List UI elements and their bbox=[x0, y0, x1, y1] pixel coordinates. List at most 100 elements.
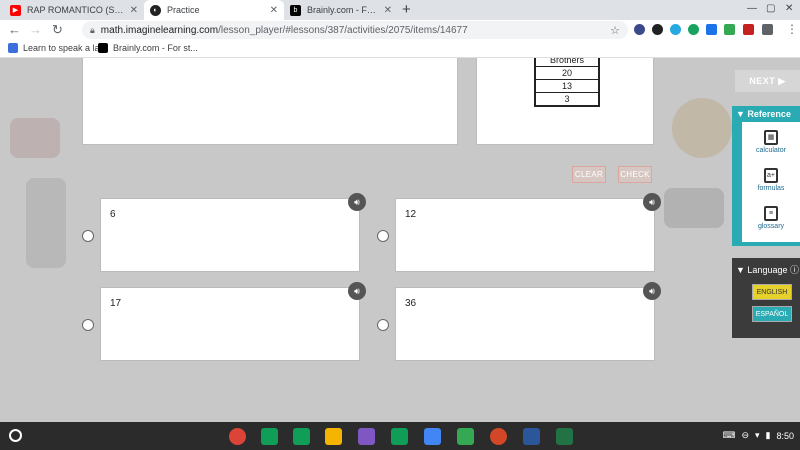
drive-icon[interactable] bbox=[261, 428, 278, 445]
answer-option[interactable]: 17 bbox=[100, 287, 360, 361]
keep-icon[interactable] bbox=[325, 428, 342, 445]
reference-item-glossary[interactable]: ≡ glossary bbox=[742, 206, 800, 230]
reload-icon[interactable]: ↻ bbox=[52, 22, 63, 38]
language-header[interactable]: ▼ Language ⓘ bbox=[736, 263, 799, 276]
table-cell: 3 bbox=[534, 92, 600, 106]
speaker-icon[interactable]: 🔊︎ bbox=[643, 193, 661, 211]
next-button[interactable]: NEXT ▶ bbox=[735, 70, 800, 92]
reference-panel: ▼ Reference ▦ calculator a+ formulas ≡ g… bbox=[732, 106, 800, 246]
tab-title: Practice bbox=[167, 5, 200, 15]
answer-option[interactable]: 12 bbox=[395, 198, 655, 272]
close-icon[interactable]: ✕ bbox=[130, 5, 138, 16]
sheets-icon[interactable] bbox=[293, 428, 310, 445]
close-icon[interactable]: ✕ bbox=[270, 5, 278, 16]
launcher-icon[interactable] bbox=[9, 429, 22, 442]
play-store-icon[interactable] bbox=[457, 428, 474, 445]
tab-brainly[interactable]: b Brainly.com - For students. By st... ✕ bbox=[284, 0, 398, 20]
close-window-icon[interactable]: ✕ bbox=[785, 3, 793, 14]
answer-radio[interactable] bbox=[377, 319, 389, 331]
extension-red-icon[interactable] bbox=[743, 24, 754, 35]
speaker-icon[interactable]: 🔊︎ bbox=[348, 282, 366, 300]
extension-sheet-icon[interactable] bbox=[724, 24, 735, 35]
answer-option[interactable]: 36 bbox=[395, 287, 655, 361]
tab-youtube[interactable]: ▶ RAP ROMANTICO (Signo Rap, M... ✕ bbox=[4, 0, 144, 20]
brainly-icon bbox=[98, 43, 108, 53]
brothers-table: Brothers 20 13 3 bbox=[534, 58, 600, 107]
extension-k-icon[interactable] bbox=[634, 24, 645, 35]
new-tab-button[interactable]: + bbox=[402, 1, 411, 18]
word-icon[interactable] bbox=[523, 428, 540, 445]
table-panel: Brothers 20 13 3 bbox=[476, 58, 654, 145]
brainly-icon: b bbox=[290, 4, 301, 16]
answer-option[interactable]: 6 bbox=[100, 198, 360, 272]
duolingo-icon bbox=[8, 43, 18, 53]
background-doodle bbox=[10, 118, 60, 158]
english-button[interactable]: ENGLISH bbox=[752, 284, 792, 300]
answer-value: 36 bbox=[405, 298, 417, 309]
minimize-icon[interactable]: — bbox=[747, 3, 757, 14]
os-shelf: ⌨ ⊖ ▾ ▮ 8:50 bbox=[0, 422, 800, 450]
maximize-icon[interactable]: ▢ bbox=[766, 3, 775, 14]
chrome-icon[interactable] bbox=[229, 428, 246, 445]
notification-icon: ⊖ bbox=[741, 430, 749, 440]
answer-value: 17 bbox=[110, 298, 122, 309]
check-button[interactable]: CHECK bbox=[618, 166, 652, 183]
answer-radio[interactable] bbox=[82, 230, 94, 242]
lesson-page: Brothers 20 13 3 CLEAR CHECK 6 🔊︎ 12 🔊︎ … bbox=[0, 58, 800, 422]
docs-icon[interactable] bbox=[424, 428, 441, 445]
extension-blue-icon[interactable] bbox=[670, 24, 681, 35]
forward-icon[interactable]: → bbox=[29, 22, 42, 37]
formulas-icon: a+ bbox=[764, 168, 778, 183]
bookmark-label: Learn to speak a la... bbox=[23, 43, 108, 53]
reference-title: Reference bbox=[747, 109, 791, 119]
answer-radio[interactable] bbox=[82, 319, 94, 331]
close-icon[interactable]: ✕ bbox=[384, 5, 392, 16]
classroom-icon[interactable] bbox=[391, 428, 408, 445]
forms-icon[interactable] bbox=[358, 428, 375, 445]
imagine-learning-icon: ◐ bbox=[150, 4, 161, 16]
espanol-button[interactable]: ESPAÑOL bbox=[752, 306, 792, 322]
reference-item-calculator[interactable]: ▦ calculator bbox=[742, 130, 800, 154]
extension-green-icon[interactable] bbox=[688, 24, 699, 35]
url-path: /lesson_player/#lessons/387/activities/2… bbox=[218, 24, 468, 36]
answer-value: 12 bbox=[405, 209, 417, 220]
clear-button[interactable]: CLEAR bbox=[572, 166, 606, 183]
calculator-icon: ▦ bbox=[764, 130, 778, 145]
back-icon[interactable]: ← bbox=[8, 22, 21, 37]
tab-practice[interactable]: ◐ Practice ✕ bbox=[144, 0, 284, 20]
bookmark-item[interactable]: Brainly.com - For st... bbox=[98, 43, 198, 53]
lock-icon: 🔒︎ bbox=[90, 24, 95, 35]
background-doodle bbox=[26, 178, 66, 268]
language-title: Language bbox=[747, 265, 788, 275]
reference-label: calculator bbox=[756, 147, 786, 154]
question-panel bbox=[82, 58, 458, 145]
bookmarks-bar: Learn to speak a la... Brainly.com - For… bbox=[0, 40, 800, 58]
speaker-icon[interactable]: 🔊︎ bbox=[348, 193, 366, 211]
table-header: Brothers bbox=[534, 58, 600, 67]
address-bar[interactable]: 🔒︎ math.imaginelearning.com/lesson_playe… bbox=[82, 21, 628, 39]
youtube-icon: ▶ bbox=[10, 4, 21, 16]
menu-icon[interactable]: ⋮ bbox=[786, 22, 798, 36]
info-icon[interactable]: ⓘ bbox=[790, 265, 799, 275]
reference-body: ▦ calculator a+ formulas ≡ glossary bbox=[742, 122, 800, 242]
language-panel: ▼ Language ⓘ ENGLISH ESPAÑOL bbox=[732, 258, 800, 338]
extension-a-icon[interactable] bbox=[652, 24, 663, 35]
table-cell: 20 bbox=[534, 66, 600, 80]
reference-item-formulas[interactable]: a+ formulas bbox=[742, 168, 800, 192]
puzzle-icon[interactable] bbox=[762, 24, 773, 35]
speaker-icon[interactable]: 🔊︎ bbox=[643, 282, 661, 300]
answer-radio[interactable] bbox=[377, 230, 389, 242]
table-cell: 13 bbox=[534, 79, 600, 93]
bookmark-star-icon[interactable]: ☆ bbox=[610, 24, 620, 37]
url-host: math.imaginelearning.com bbox=[100, 24, 219, 36]
status-tray[interactable]: ⌨ ⊖ ▾ ▮ 8:50 bbox=[722, 430, 794, 441]
bookmark-item[interactable]: Learn to speak a la... bbox=[8, 43, 107, 53]
powerpoint-icon[interactable] bbox=[490, 428, 507, 445]
tab-title: RAP ROMANTICO (Signo Rap, M... bbox=[27, 5, 124, 15]
extension-doc-icon[interactable] bbox=[706, 24, 717, 35]
glossary-icon: ≡ bbox=[764, 206, 778, 221]
answer-value: 6 bbox=[110, 209, 116, 220]
reference-header[interactable]: ▼ Reference bbox=[736, 109, 791, 119]
excel-icon[interactable] bbox=[556, 428, 573, 445]
tab-title: Brainly.com - For students. By st... bbox=[307, 5, 378, 15]
